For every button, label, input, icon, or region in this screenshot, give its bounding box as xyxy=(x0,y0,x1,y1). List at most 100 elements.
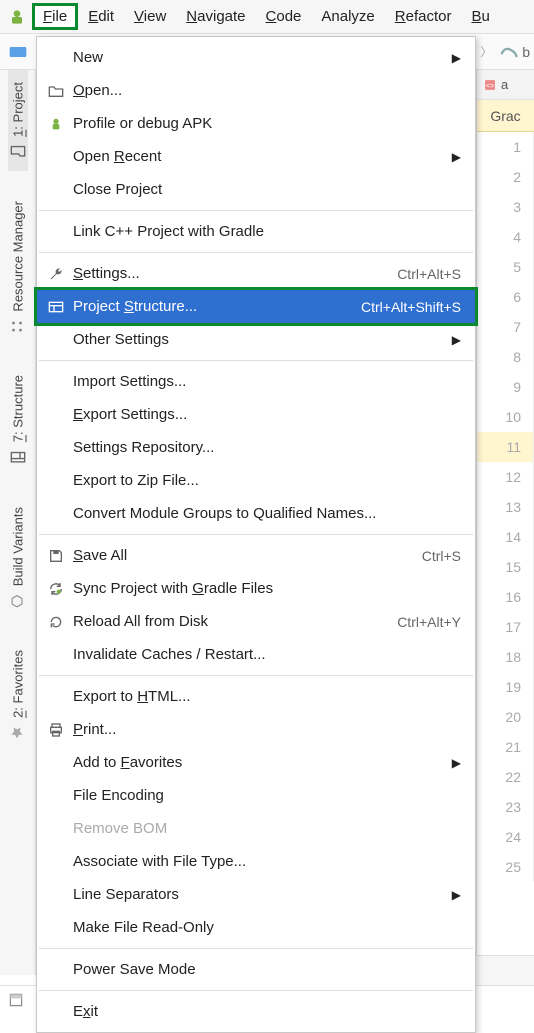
menu-separator xyxy=(39,675,473,676)
rail-tab-7-structure[interactable]: 7: Structure xyxy=(8,363,28,476)
breadcrumb-seg[interactable]: b xyxy=(522,44,530,60)
menu-item-label: Open... xyxy=(69,82,461,99)
menu-item-export-to-zip-file[interactable]: Export to Zip File... xyxy=(37,464,475,497)
folder-icon xyxy=(10,143,26,159)
menu-item-line-separators[interactable]: Line Separators▶ xyxy=(37,878,475,911)
menu-item-exit[interactable]: Exit xyxy=(37,995,475,1028)
menu-file[interactable]: File xyxy=(32,3,78,30)
struct-icon xyxy=(10,449,26,465)
line-number: 7 xyxy=(477,312,534,342)
menu-item-settings[interactable]: Settings...Ctrl+Alt+S xyxy=(37,257,475,290)
menu-item-link-c-project-with-gradle[interactable]: Link C++ Project with Gradle xyxy=(37,215,475,248)
blank-icon xyxy=(43,960,69,980)
breadcrumb-gradle-icon xyxy=(500,45,518,59)
menu-item-import-settings[interactable]: Import Settings... xyxy=(37,365,475,398)
menu-code[interactable]: Code xyxy=(256,4,312,29)
rail-tab-build-variants[interactable]: Build Variants xyxy=(8,495,28,620)
menu-item-label: Export to Zip File... xyxy=(69,472,461,489)
menu-item-label: Print... xyxy=(69,721,461,738)
gradle-file-icon: <> xyxy=(483,78,497,92)
blank-icon xyxy=(43,372,69,392)
blank-icon xyxy=(43,1002,69,1022)
menu-item-add-to-favorites[interactable]: Add to Favorites▶ xyxy=(37,746,475,779)
menu-item-invalidate-caches-restart[interactable]: Invalidate Caches / Restart... xyxy=(37,638,475,671)
menu-item-shortcut: Ctrl+Alt+S xyxy=(397,266,461,282)
blank-icon xyxy=(43,852,69,872)
menu-item-label: Settings Repository... xyxy=(69,439,461,456)
menu-item-label: Convert Module Groups to Qualified Names… xyxy=(69,505,461,522)
menu-item-open[interactable]: Open... xyxy=(37,74,475,107)
menu-item-settings-repository[interactable]: Settings Repository... xyxy=(37,431,475,464)
reload-icon xyxy=(43,612,69,632)
menu-item-label: Make File Read-Only xyxy=(69,919,461,936)
menu-analyze[interactable]: Analyze xyxy=(311,4,384,29)
menu-view[interactable]: View xyxy=(124,4,176,29)
menu-bu[interactable]: Bu xyxy=(461,4,499,29)
blank-icon xyxy=(43,330,69,350)
menu-item-label: Exit xyxy=(69,1003,461,1020)
rail-tab-2-favorites[interactable]: 2: Favorites xyxy=(8,638,28,752)
editor-tab[interactable]: <> a xyxy=(477,70,534,100)
menu-item-print[interactable]: Print... xyxy=(37,713,475,746)
gradle-banner[interactable]: Grac xyxy=(477,100,534,132)
menu-item-file-encoding[interactable]: File Encoding xyxy=(37,779,475,812)
menu-item-power-save-mode[interactable]: Power Save Mode xyxy=(37,953,475,986)
rail-tab-resource-manager[interactable]: Resource Manager xyxy=(8,189,28,346)
menu-separator xyxy=(39,948,473,949)
menu-item-label: Other Settings xyxy=(69,331,452,348)
save-icon xyxy=(43,546,69,566)
menu-navigate[interactable]: Navigate xyxy=(176,4,255,29)
menu-refactor[interactable]: Refactor xyxy=(385,4,462,29)
menu-item-associate-with-file-type[interactable]: Associate with File Type... xyxy=(37,845,475,878)
structure-status-icon xyxy=(8,992,26,1010)
sync-icon xyxy=(43,579,69,599)
menu-separator xyxy=(39,210,473,211)
line-number: 2 xyxy=(477,162,534,192)
menu-edit[interactable]: Edit xyxy=(78,4,124,29)
menu-item-convert-module-groups-to-qualified-names[interactable]: Convert Module Groups to Qualified Names… xyxy=(37,497,475,530)
menu-item-make-file-read-only[interactable]: Make File Read-Only xyxy=(37,911,475,944)
line-number: 9 xyxy=(477,372,534,402)
menu-item-label: Close Project xyxy=(69,181,461,198)
menu-item-shortcut: Ctrl+Alt+Shift+S xyxy=(361,299,461,315)
apk-icon xyxy=(43,114,69,134)
blank-icon xyxy=(43,819,69,839)
rail-tab-1-project[interactable]: 1: Project xyxy=(8,70,28,171)
wrench-icon xyxy=(43,264,69,284)
menu-item-new[interactable]: New▶ xyxy=(37,41,475,74)
dots-icon xyxy=(10,317,26,333)
menu-separator xyxy=(39,252,473,253)
menu-item-export-settings[interactable]: Export Settings... xyxy=(37,398,475,431)
menu-item-close-project[interactable]: Close Project xyxy=(37,173,475,206)
menu-item-open-recent[interactable]: Open Recent▶ xyxy=(37,140,475,173)
menu-item-label: Invalidate Caches / Restart... xyxy=(69,646,461,663)
menu-item-remove-bom: Remove BOM xyxy=(37,812,475,845)
submenu-arrow-icon: ▶ xyxy=(452,150,461,164)
blank-icon xyxy=(43,687,69,707)
menu-item-label: Open Recent xyxy=(69,148,452,165)
menu-item-project-structure[interactable]: Project Structure...Ctrl+Alt+Shift+S xyxy=(37,290,475,323)
menu-separator xyxy=(39,534,473,535)
menu-item-profile-or-debug-apk[interactable]: Profile or debug APK xyxy=(37,107,475,140)
menu-item-label: Line Separators xyxy=(69,886,452,903)
menu-item-save-all[interactable]: Save AllCtrl+S xyxy=(37,539,475,572)
menu-item-label: Export Settings... xyxy=(69,406,461,423)
menu-item-reload-all-from-disk[interactable]: Reload All from DiskCtrl+Alt+Y xyxy=(37,605,475,638)
menu-item-sync-project-with-gradle-files[interactable]: Sync Project with Gradle Files xyxy=(37,572,475,605)
svg-text:<>: <> xyxy=(486,82,494,89)
blank-icon xyxy=(43,180,69,200)
menu-item-label: Remove BOM xyxy=(69,820,461,837)
line-number: 11 xyxy=(477,432,534,462)
line-number: 20 xyxy=(477,702,534,732)
menu-item-export-to-html[interactable]: Export to HTML... xyxy=(37,680,475,713)
menu-item-label: Export to HTML... xyxy=(69,688,461,705)
cube-icon xyxy=(10,592,26,608)
blank-icon xyxy=(43,405,69,425)
blank-icon xyxy=(43,471,69,491)
struct-icon xyxy=(43,297,69,317)
menu-separator xyxy=(39,360,473,361)
blank-icon xyxy=(43,786,69,806)
menu-item-label: Reload All from Disk xyxy=(69,613,397,630)
menu-item-other-settings[interactable]: Other Settings▶ xyxy=(37,323,475,356)
print-icon xyxy=(43,720,69,740)
